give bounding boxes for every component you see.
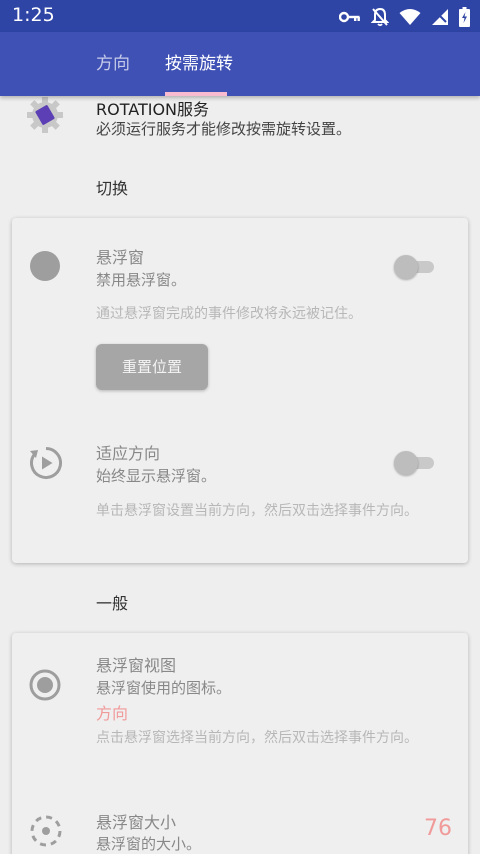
rotation-service-subtitle: 必须运行服务才能修改按需旋转设置。 (96, 120, 352, 138)
settings-content[interactable]: ROTATION服务 必须运行服务才能修改按需旋转设置。 切换 悬浮窗 禁用悬浮… (0, 96, 480, 854)
radio-button-icon (29, 669, 61, 705)
wifi-icon (399, 8, 421, 26)
tab-on-demand-rotation[interactable]: 按需旋转 (165, 32, 233, 96)
floating-view-description: 点击悬浮窗选择当前方向，然后双击选择事件方向。 (96, 730, 418, 746)
floating-size-value: 76 (424, 816, 452, 841)
switch-thumb (394, 451, 418, 475)
section-title-toggle: 切换 (96, 179, 129, 198)
floating-size-subtitle: 悬浮窗的大小。 (96, 835, 202, 853)
adaptive-orientation-description: 单击悬浮窗设置当前方向，然后双击选择事件方向。 (96, 503, 418, 519)
adaptive-orientation-title: 适应方向 (96, 444, 161, 463)
floating-window-icon (29, 250, 61, 286)
status-icons (339, 7, 470, 27)
notifications-off-icon (371, 7, 389, 27)
adaptive-orientation-subtitle: 始终显示悬浮窗。 (96, 467, 217, 485)
tab-indicator (165, 92, 227, 96)
tab-orientation[interactable]: 方向 (96, 32, 130, 96)
floating-view-value: 方向 (96, 704, 129, 723)
floating-view-subtitle: 悬浮窗使用的图标。 (96, 679, 232, 697)
rotation-service-icon (26, 96, 64, 134)
switch-thumb (394, 255, 418, 279)
status-bar: 1:25 (0, 0, 480, 32)
signal-icon (431, 8, 449, 26)
floating-window-subtitle: 禁用悬浮窗。 (96, 271, 187, 289)
battery-icon (459, 7, 470, 27)
adaptive-orientation-switch[interactable] (394, 448, 438, 476)
general-card: 悬浮窗视图 悬浮窗使用的图标。 方向 点击悬浮窗选择当前方向，然后双击选择事件方… (12, 633, 468, 854)
reset-position-button[interactable]: 重置位置 (96, 344, 208, 390)
floating-window-switch[interactable] (394, 252, 438, 280)
toggle-card: 悬浮窗 禁用悬浮窗。 通过悬浮窗完成的事件修改将永远被记住。 重置位置 适应方向… (12, 218, 468, 563)
floating-window-title: 悬浮窗 (96, 248, 145, 267)
section-title-general: 一般 (96, 594, 129, 613)
rotation-service-title: ROTATION服务 (96, 100, 210, 119)
adaptive-play-icon (29, 446, 63, 484)
floating-window-description: 通过悬浮窗完成的事件修改将永远被记住。 (96, 306, 362, 322)
floating-size-title: 悬浮窗大小 (96, 813, 177, 832)
floating-view-title: 悬浮窗视图 (96, 656, 177, 675)
key-icon (339, 10, 361, 24)
app-bar: 方向 按需旋转 (0, 32, 480, 96)
dashed-circle-icon (29, 814, 63, 852)
status-time: 1:25 (12, 4, 55, 26)
